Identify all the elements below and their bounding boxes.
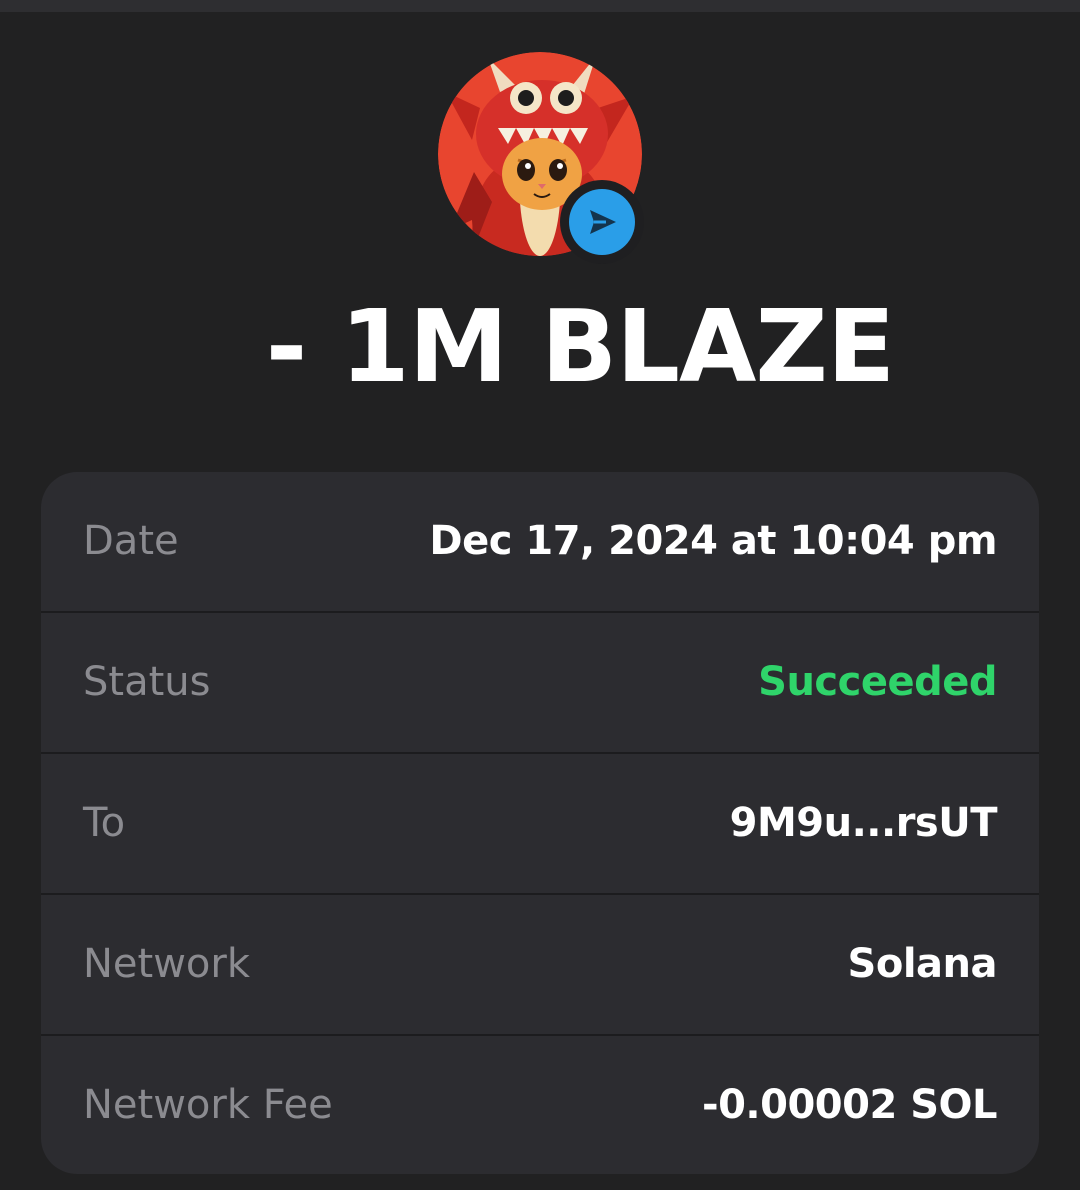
network-fee-row: Network Fee -0.00002 SOL [41,1036,1039,1174]
to-label: To [83,800,126,846]
transaction-amount: - 1M BLAZE [265,288,895,405]
network-fee-label: Network Fee [83,1082,333,1128]
network-row: Network Solana [41,895,1039,1036]
top-edge-bar [0,0,1080,12]
recipient-address[interactable]: 9M9u...rsUT [730,754,998,893]
date-value: Dec 17, 2024 at 10:04 pm [429,518,997,564]
date-row: Date Dec 17, 2024 at 10:04 pm [41,472,1039,613]
status-value: Succeeded [758,659,997,705]
transaction-details-card: Date Dec 17, 2024 at 10:04 pm Status Suc… [41,472,1039,1174]
network-fee-value: -0.00002 SOL [701,1082,998,1128]
network-value: Solana [847,941,998,987]
network-label: Network [83,941,251,987]
send-arrow-icon [590,210,616,234]
status-label: Status [83,659,211,705]
send-badge [560,180,644,264]
status-row: Status Succeeded [41,613,1039,754]
date-label: Date [83,518,179,564]
recipient-row[interactable]: To 9M9u...rsUT [41,754,1039,895]
